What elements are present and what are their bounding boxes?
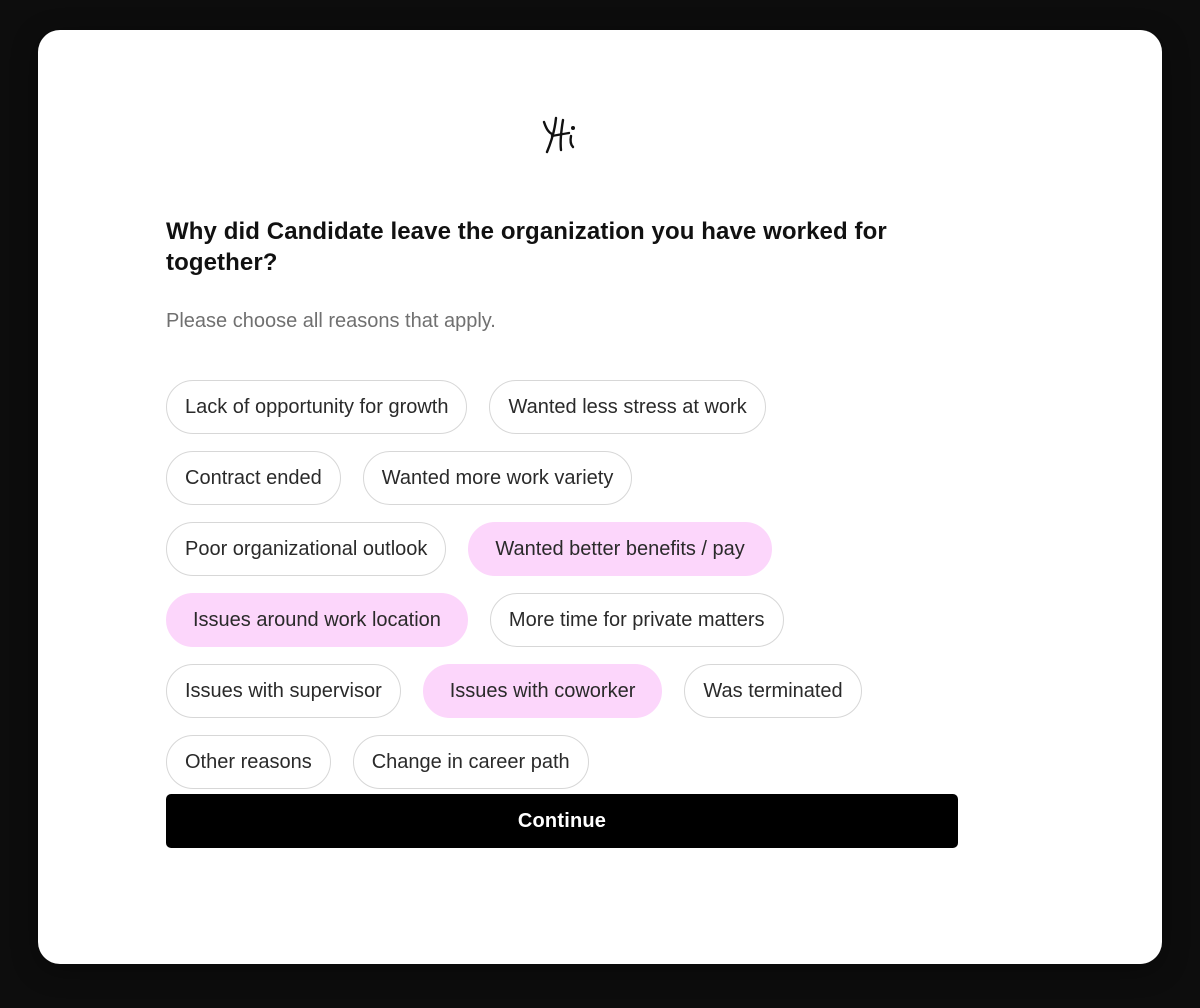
option-terminated[interactable]: Was terminated: [684, 664, 862, 718]
options-row: Lack of opportunity for growth Wanted le…: [166, 380, 958, 434]
question-hint: Please choose all reasons that apply.: [166, 310, 496, 332]
survey-card: Why did Candidate leave the organization…: [38, 30, 1162, 964]
option-private-matters[interactable]: More time for private matters: [489, 593, 784, 647]
reason-options: Lack of opportunity for growth Wanted le…: [166, 380, 958, 806]
option-supervisor[interactable]: Issues with supervisor: [166, 664, 401, 718]
option-lack-of-growth[interactable]: Lack of opportunity for growth: [166, 380, 468, 434]
options-row: Poor organizational outlook Wanted bette…: [166, 522, 958, 576]
option-poor-outlook[interactable]: Poor organizational outlook: [166, 522, 447, 576]
question-section: Why did Candidate leave the organization…: [166, 216, 958, 789]
options-row: Issues with supervisor Issues with cowor…: [166, 664, 958, 718]
option-other-reasons[interactable]: Other reasons: [166, 735, 331, 789]
option-benefits-pay[interactable]: Wanted better benefits / pay: [468, 522, 772, 576]
option-work-variety[interactable]: Wanted more work variety: [362, 451, 633, 505]
continue-button[interactable]: Continue: [166, 794, 958, 848]
yi-signature-logo-icon: [542, 116, 575, 154]
options-row: Contract ended Wanted more work variety: [166, 451, 958, 505]
option-work-location[interactable]: Issues around work location: [166, 593, 468, 647]
option-coworker[interactable]: Issues with coworker: [422, 664, 663, 718]
option-career-path[interactable]: Change in career path: [352, 735, 589, 789]
question-title: Why did Candidate leave the organization…: [166, 218, 887, 276]
options-row: Issues around work location More time fo…: [166, 593, 958, 647]
options-row: Other reasons Change in career path: [166, 735, 958, 789]
option-less-stress[interactable]: Wanted less stress at work: [489, 380, 766, 434]
option-contract-ended[interactable]: Contract ended: [166, 451, 341, 505]
